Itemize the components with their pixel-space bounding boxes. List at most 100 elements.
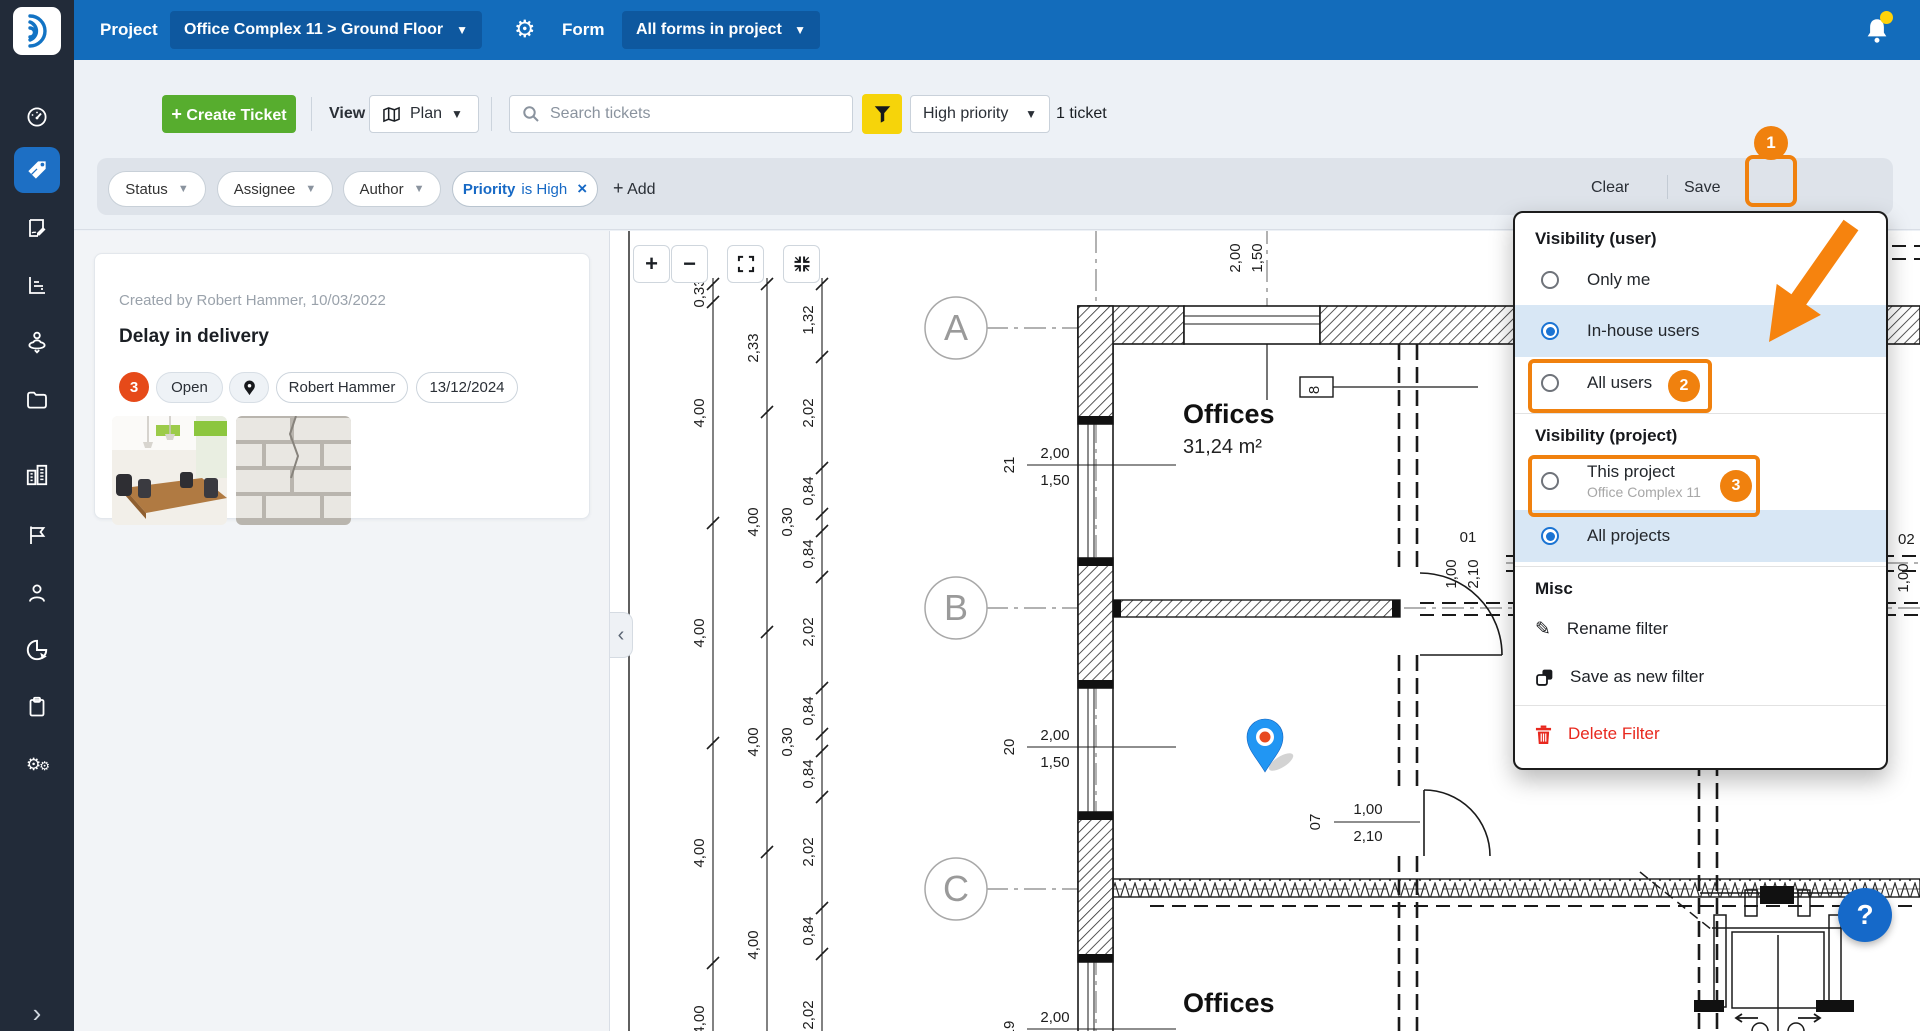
ticket-toolbar: + Create Ticket View Plan ▼ High priorit… xyxy=(74,60,1920,230)
chevron-left-icon: ‹ xyxy=(618,624,625,647)
ticket-card[interactable]: Created by Robert Hammer, 10/03/2022 Del… xyxy=(94,253,590,519)
svg-text:21: 21 xyxy=(1001,457,1018,474)
app-logo[interactable] xyxy=(13,7,61,55)
sidebar-item-tickets[interactable] xyxy=(14,147,60,193)
collapse-arrows-icon xyxy=(792,254,812,274)
svg-text:C: C xyxy=(943,868,969,909)
menu-item-rename-filter[interactable]: ✎ Rename filter xyxy=(1515,605,1886,653)
person-location-icon xyxy=(24,329,50,355)
svg-text:4,00: 4,00 xyxy=(691,1005,708,1031)
add-filter-button[interactable]: + Add xyxy=(613,172,656,204)
sidebar-item-site[interactable] xyxy=(0,319,74,365)
filter-field-author[interactable]: Author▼ xyxy=(343,171,441,207)
due-date-chip[interactable]: 13/12/2024 xyxy=(416,372,518,403)
sidebar-item-tasks[interactable] xyxy=(0,684,74,730)
project-selector[interactable]: Office Complex 11 > Ground Floor ▼ xyxy=(170,11,482,49)
chevron-down-icon: ▼ xyxy=(456,23,468,37)
form-selector-value: All forms in project xyxy=(636,21,782,39)
form-selector[interactable]: All forms in project ▼ xyxy=(622,11,820,49)
radio-selected-icon[interactable] xyxy=(1541,527,1559,545)
view-label: View xyxy=(329,105,365,123)
ticket-title: Delay in delivery xyxy=(119,326,269,348)
menu-option-all-projects[interactable]: All projects xyxy=(1515,510,1886,562)
saved-filter-button[interactable] xyxy=(862,94,902,134)
svg-text:4,00: 4,00 xyxy=(745,507,762,536)
svg-text:0,30: 0,30 xyxy=(779,727,796,756)
menu-option-in-house-users[interactable]: In-house users xyxy=(1515,305,1886,357)
help-button[interactable]: ? xyxy=(1838,888,1892,942)
clear-filters-button[interactable]: Clear xyxy=(1591,172,1629,204)
chevron-down-icon: ▼ xyxy=(1025,107,1037,121)
sidebar-item-settings[interactable]: ⚙⚙ xyxy=(0,742,74,788)
svg-text:4,00: 4,00 xyxy=(691,618,708,647)
svg-text:20: 20 xyxy=(1001,739,1018,756)
sidebar-item-analytics[interactable] xyxy=(0,627,74,673)
ticket-pin[interactable] xyxy=(1247,719,1296,774)
menu-option-all-users[interactable]: All users xyxy=(1515,357,1886,409)
radio-icon[interactable] xyxy=(1541,271,1559,289)
svg-text:2,02: 2,02 xyxy=(800,837,817,866)
remove-filter-icon[interactable]: × xyxy=(577,179,587,199)
radio-icon[interactable] xyxy=(1541,472,1559,490)
zoom-in-button[interactable]: + xyxy=(633,245,670,283)
notifications-button[interactable] xyxy=(1862,15,1892,52)
zoom-out-button[interactable]: − xyxy=(671,245,708,283)
saved-filter-selector[interactable]: High priority ▼ xyxy=(910,95,1050,133)
radio-selected-icon[interactable] xyxy=(1541,322,1559,340)
chevron-down-icon: ▼ xyxy=(178,183,189,195)
menu-item-save-as-new-filter[interactable]: Save as new filter xyxy=(1515,653,1886,701)
svg-text:2,00: 2,00 xyxy=(1040,727,1069,744)
svg-text:2,10: 2,10 xyxy=(1465,559,1482,588)
ticket-photo-meeting-room[interactable] xyxy=(112,416,227,525)
sidebar-item-dashboard[interactable] xyxy=(0,94,74,140)
sidebar-item-company[interactable] xyxy=(0,452,74,498)
map-pin-icon xyxy=(243,380,256,396)
filter-settings-menu: Visibility (user) Only me In-house users… xyxy=(1513,211,1888,770)
ticket-photo-brick-wall[interactable] xyxy=(236,416,351,525)
svg-text:2,33: 2,33 xyxy=(745,333,762,362)
fullscreen-button[interactable] xyxy=(727,245,764,283)
save-filter-button[interactable]: Save xyxy=(1684,172,1720,204)
svg-text:2,00: 2,00 xyxy=(1227,243,1244,272)
svg-text:4,00: 4,00 xyxy=(745,930,762,959)
assignee-chip[interactable]: Robert Hammer xyxy=(276,372,408,403)
radio-icon[interactable] xyxy=(1541,374,1559,392)
menu-item-delete-filter[interactable]: Delete Filter xyxy=(1515,710,1886,758)
sidebar: ⚙⚙ › xyxy=(0,0,74,1031)
svg-text:1,00: 1,00 xyxy=(1353,801,1382,818)
svg-text:1,32: 1,32 xyxy=(800,305,817,334)
create-ticket-button[interactable]: + Create Ticket xyxy=(162,95,296,133)
this-project-subtitle: Office Complex 11 xyxy=(1587,484,1701,500)
sidebar-item-documents[interactable] xyxy=(0,376,74,422)
sidebar-expand-button[interactable]: › xyxy=(0,990,74,1031)
divider xyxy=(311,97,312,131)
chevron-down-icon: ▼ xyxy=(305,183,316,195)
search-tickets-field[interactable] xyxy=(509,95,853,133)
sidebar-item-statistics[interactable] xyxy=(0,262,74,308)
svg-text:31,24 m²: 31,24 m² xyxy=(1183,436,1262,458)
search-input[interactable] xyxy=(550,105,840,123)
flag-icon xyxy=(25,523,49,547)
filter-field-priority-active[interactable]: Priority is High × xyxy=(452,171,598,207)
dashboard-icon xyxy=(25,105,49,129)
location-pin-chip[interactable] xyxy=(229,372,269,403)
fit-view-button[interactable] xyxy=(783,245,820,283)
form-label: Form xyxy=(562,0,605,60)
plus-icon: + xyxy=(613,178,624,198)
filter-field-status[interactable]: Status▼ xyxy=(108,171,206,207)
menu-option-only-me[interactable]: Only me xyxy=(1515,255,1886,305)
menu-section-visibility-project: Visibility (project) xyxy=(1515,418,1886,452)
project-settings-gear-icon[interactable]: ⚙ xyxy=(514,0,536,60)
sidebar-item-reports[interactable] xyxy=(0,512,74,558)
svg-text:4,00: 4,00 xyxy=(691,398,708,427)
view-selector[interactable]: Plan ▼ xyxy=(369,95,479,133)
panel-collapse-handle[interactable]: ‹ xyxy=(610,612,633,658)
svg-text:0,84: 0,84 xyxy=(800,759,817,788)
filter-field-assignee[interactable]: Assignee▼ xyxy=(217,171,333,207)
plus-icon: + xyxy=(171,104,182,124)
sidebar-item-forms[interactable] xyxy=(0,205,74,251)
buildings-icon xyxy=(24,462,50,488)
sidebar-item-users[interactable] xyxy=(0,570,74,616)
menu-option-this-project[interactable]: This project Office Complex 11 xyxy=(1515,452,1886,510)
svg-text:1,50: 1,50 xyxy=(1040,754,1069,771)
